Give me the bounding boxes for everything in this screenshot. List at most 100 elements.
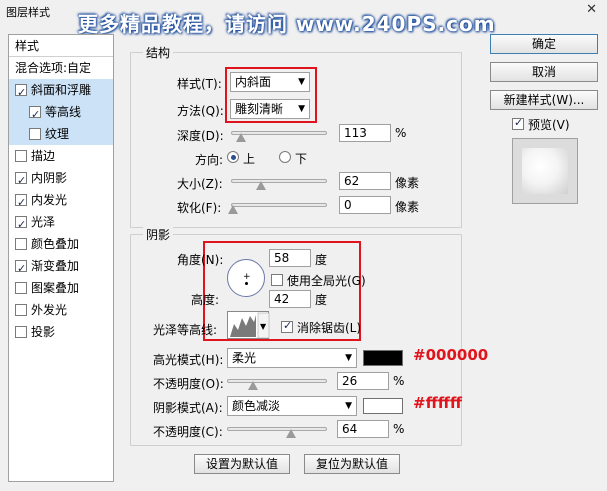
- structure-highlight-box: [225, 67, 317, 123]
- preview-thumbnail: [522, 148, 568, 194]
- soften-slider-thumb[interactable]: [228, 205, 238, 215]
- style-item[interactable]: 渐变叠加: [9, 255, 113, 280]
- angle-dial[interactable]: +: [227, 259, 265, 297]
- chevron-down-icon: ▼: [345, 353, 352, 363]
- style-item-checkbox[interactable]: [15, 150, 27, 162]
- style-item-label: 等高线: [45, 105, 82, 119]
- structure-legend: 结构: [143, 44, 174, 61]
- depth-slider[interactable]: [231, 131, 327, 142]
- style-item-checkbox[interactable]: [15, 326, 27, 338]
- style-item-checkbox[interactable]: [15, 282, 27, 294]
- highlight-opacity-thumb[interactable]: [248, 381, 258, 391]
- soften-unit: 像素: [395, 200, 420, 214]
- style-item-checkbox[interactable]: [15, 258, 27, 280]
- shading-group: 阴影 角度(N): + 58 度 使用全局光(G) 高度: 42 度 光泽等高线…: [130, 226, 488, 446]
- style-item-checkbox[interactable]: [15, 238, 27, 250]
- direction-down-radio[interactable]: [279, 151, 291, 163]
- size-input[interactable]: 62: [339, 172, 391, 190]
- size-slider[interactable]: [231, 179, 327, 190]
- gloss-contour-picker[interactable]: ▼: [227, 311, 270, 339]
- reset-default-button[interactable]: 复位为默认值: [304, 454, 400, 474]
- direction-down-label: 下: [295, 152, 308, 166]
- direction-label: 方向:: [195, 153, 224, 167]
- depth-slider-thumb[interactable]: [236, 133, 246, 143]
- highlight-opacity-slider[interactable]: [227, 379, 327, 390]
- highlight-color-annotation: #000000: [413, 346, 489, 364]
- style-item[interactable]: 纹理: [9, 123, 113, 145]
- global-light-checkbox[interactable]: [271, 274, 283, 286]
- technique-label: 方法(Q):: [177, 104, 224, 118]
- style-item-checkbox[interactable]: [15, 82, 27, 104]
- new-style-button[interactable]: 新建样式(W)...: [490, 90, 598, 110]
- antialias-checkbox[interactable]: [281, 319, 293, 333]
- style-item[interactable]: 外发光: [9, 299, 113, 321]
- soften-slider[interactable]: [228, 203, 327, 214]
- shadow-opacity-thumb[interactable]: [286, 429, 296, 439]
- style-item-label: 颜色叠加: [31, 237, 80, 251]
- style-item-checkbox[interactable]: [15, 214, 27, 236]
- depth-label: 深度(D):: [177, 129, 224, 143]
- preview-label: 预览(V): [528, 118, 570, 132]
- chevron-down-icon: ▼: [345, 401, 352, 411]
- cancel-button[interactable]: 取消: [490, 62, 598, 82]
- shadow-opacity-input[interactable]: 64: [337, 420, 389, 438]
- global-light-label: 使用全局光(G): [287, 274, 366, 288]
- highlight-opacity-input[interactable]: 26: [337, 372, 389, 390]
- style-item-label: 内阴影: [31, 171, 68, 185]
- altitude-unit: 度: [315, 293, 328, 307]
- depth-input[interactable]: 113: [339, 124, 391, 142]
- styles-list-panel: 样式 混合选项:自定 斜面和浮雕等高线纹理描边内阴影内发光光泽颜色叠加渐变叠加图…: [8, 34, 114, 482]
- highlight-color-swatch[interactable]: [363, 350, 403, 366]
- depth-unit: %: [395, 126, 407, 140]
- blend-options-item[interactable]: 混合选项:自定: [9, 57, 113, 79]
- style-item-label: 外发光: [31, 303, 68, 317]
- set-default-button[interactable]: 设置为默认值: [194, 454, 290, 474]
- ok-button[interactable]: 确定: [490, 34, 598, 54]
- highlight-mode-select[interactable]: 柔光 ▼: [227, 348, 357, 368]
- altitude-label: 高度:: [191, 293, 220, 307]
- style-item-checkbox[interactable]: [29, 104, 41, 126]
- style-item-label: 渐变叠加: [31, 259, 80, 273]
- style-item-label: 描边: [31, 149, 56, 163]
- style-item-label: 光泽: [31, 215, 56, 229]
- shadow-color-swatch[interactable]: [363, 398, 403, 414]
- size-slider-thumb[interactable]: [256, 181, 266, 191]
- shadow-opacity-slider[interactable]: [227, 427, 327, 438]
- style-preview: [512, 138, 578, 204]
- preview-checkbox[interactable]: [512, 116, 524, 130]
- style-item[interactable]: 内发光: [9, 189, 113, 214]
- bevel-emboss-settings: 结构 样式(T): 内斜面 ▼ 方法(Q): 雕刻清晰 ▼ 深度(D): 113…: [120, 34, 488, 482]
- style-item[interactable]: 颜色叠加: [9, 233, 113, 255]
- style-item[interactable]: 内阴影: [9, 167, 113, 192]
- style-item-checkbox[interactable]: [15, 170, 27, 192]
- structure-group: 结构 样式(T): 内斜面 ▼ 方法(Q): 雕刻清晰 ▼ 深度(D): 113…: [130, 44, 462, 228]
- shadow-mode-value: 颜色减淡: [232, 399, 281, 413]
- shadow-mode-label: 阴影模式(A):: [153, 401, 223, 415]
- contour-curve-icon: ▼: [229, 312, 270, 339]
- style-item-label: 内发光: [31, 193, 68, 207]
- style-item-checkbox[interactable]: [15, 304, 27, 316]
- styles-header[interactable]: 样式: [9, 35, 113, 57]
- style-item-checkbox[interactable]: [29, 128, 41, 140]
- style-item[interactable]: 光泽: [9, 211, 113, 236]
- style-item[interactable]: 等高线: [9, 101, 113, 126]
- angle-dial-center: [245, 282, 248, 285]
- style-item-label: 投影: [31, 325, 56, 339]
- style-item-checkbox[interactable]: [15, 192, 27, 214]
- shadow-mode-select[interactable]: 颜色减淡 ▼: [227, 396, 357, 416]
- style-item[interactable]: 图案叠加: [9, 277, 113, 299]
- antialias-label: 消除锯齿(L): [297, 321, 362, 335]
- style-item[interactable]: 投影: [9, 321, 113, 343]
- highlight-mode-label: 高光模式(H):: [153, 353, 224, 367]
- shadow-color-annotation: #ffffff: [413, 394, 463, 412]
- angle-label: 角度(N):: [177, 253, 224, 267]
- soften-label: 软化(F):: [177, 201, 222, 215]
- highlight-opacity-label: 不透明度(O):: [153, 377, 224, 391]
- soften-input[interactable]: 0: [339, 196, 391, 214]
- direction-up-radio[interactable]: [227, 151, 239, 163]
- close-icon[interactable]: ✕: [586, 2, 597, 17]
- style-item[interactable]: 描边: [9, 145, 113, 167]
- style-item[interactable]: 斜面和浮雕: [9, 79, 113, 104]
- altitude-input[interactable]: 42: [269, 290, 311, 308]
- angle-input[interactable]: 58: [269, 249, 311, 267]
